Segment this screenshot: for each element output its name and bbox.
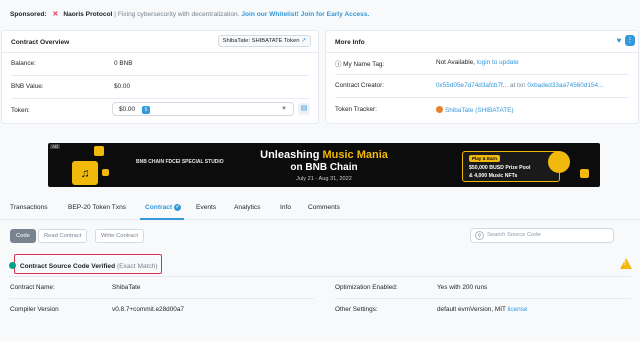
music-mania-banner[interactable]: AD ♫ BNB CHAIN FDCEI SPECIAL STUDIO Unle… — [48, 143, 600, 187]
token-tracker-link[interactable]: ShibaTate (SHIBATATE) — [445, 107, 514, 114]
info-icon: ⓘ — [335, 61, 344, 68]
naoris-logo-icon: ✕ — [52, 11, 59, 18]
play-earn-tag: Play & Earn — [469, 155, 501, 162]
creator-value: 0x55d05e7d74d3afcb7f... at txn 0xbaded33… — [436, 82, 603, 89]
sponsor-description: | Fixing cybersecurity with decentraliza… — [112, 11, 240, 18]
verified-dot-icon — [9, 262, 16, 269]
more-info-card: More Info ♥ ⋮ ⓘ My Name Tag: Not Availab… — [325, 30, 639, 124]
optimization-value: Yes with 200 runs — [437, 284, 488, 291]
shibatate-token-icon — [436, 106, 443, 113]
divider — [335, 74, 629, 75]
creator-address-link[interactable]: 0x55d05e7d74d3afcb7f... — [436, 82, 508, 89]
active-tab-indicator — [140, 218, 184, 220]
divider — [335, 298, 631, 299]
token-pill-link[interactable]: ShibaTate: SHIBATATE Token ↗ — [217, 35, 311, 47]
tab-contract-label: Contract — [145, 204, 173, 211]
other-settings-key: Other Settings: — [335, 306, 378, 313]
more-options-icon[interactable]: ⋮ — [625, 35, 635, 46]
promo-line-2: & 4,000 Music NFTs — [469, 173, 518, 179]
chevron-down-icon: ▼ — [281, 106, 287, 112]
creator-key: Contract Creator: — [335, 82, 385, 89]
divider — [335, 97, 629, 98]
verified-status: Contract Source Code Verified (Exact Mat… — [9, 262, 158, 270]
divider — [11, 98, 309, 99]
name-tag-key-label: My Name Tag: — [343, 61, 385, 68]
warning-icon[interactable]: ! — [620, 258, 632, 269]
name-tag-value: Not Available, login to update — [436, 59, 519, 66]
external-link-icon: ↗ — [301, 38, 306, 44]
sponsored-label: Sponsored: — [10, 11, 47, 18]
tab-events[interactable]: Events — [196, 204, 216, 211]
sponsor-cta-link[interactable]: Join our Whitelist! Join for Early Acces… — [241, 11, 369, 18]
cube-decoration-icon — [580, 169, 589, 178]
balance-key: Balance: — [11, 60, 36, 67]
contract-name-value: ShibaTate — [112, 284, 141, 291]
promo-line-1: $50,000 BUSD Prize Pool — [469, 165, 531, 171]
verified-title: Contract Source Code Verified — [19, 263, 116, 270]
read-contract-button[interactable]: Read Contract — [38, 229, 88, 243]
heart-icon[interactable]: ♥ — [613, 35, 625, 47]
write-contract-button[interactable]: Write Contract — [95, 229, 144, 243]
sponsor-brand[interactable]: Naoris Protocol — [63, 11, 112, 18]
tab-comments[interactable]: Comments — [308, 204, 340, 211]
token-tracker-key: Token Tracker: — [335, 106, 377, 113]
token-tracker-value: ShibaTate (SHIBATATE) — [436, 106, 514, 114]
other-settings-text: default evmVersion, MIT — [437, 306, 506, 313]
name-tag-text: Not Available, — [436, 59, 475, 66]
contract-tabs: Transactions BEP-20 Token Txns Contract ✓… — [0, 196, 640, 220]
license-link[interactable]: license — [508, 306, 528, 313]
banner-headline-a: Unleashing — [260, 149, 323, 161]
token-pill-label: ShibaTate: SHIBATATE Token — [222, 38, 300, 44]
tab-info[interactable]: Info — [280, 204, 291, 211]
token-holdings-value: $0.00 — [119, 106, 135, 113]
more-info-header: More Info ♥ ⋮ — [326, 31, 638, 53]
contract-overview-title: Contract Overview — [11, 39, 70, 46]
divider — [11, 75, 309, 76]
search-source-code[interactable]: ⚲ Search Source Code — [470, 228, 614, 243]
search-icon: ⚲ — [475, 231, 484, 240]
contract-overview-header: Contract Overview ShibaTate: SHIBATATE T… — [2, 31, 318, 53]
tab-contract[interactable]: Contract ✓ — [145, 204, 182, 211]
name-tag-key: ⓘ My Name Tag: — [335, 59, 384, 68]
prize-promo-box: Play & Earn $50,000 BUSD Prize Pool & 4,… — [462, 151, 560, 182]
divider — [9, 276, 631, 277]
bnb-value-value: $0.00 — [114, 83, 130, 90]
tab-transactions[interactable]: Transactions — [10, 204, 48, 211]
divider — [9, 298, 314, 299]
other-settings-value: default evmVersion, MIT license — [437, 306, 527, 313]
compiler-version-key: Compiler Version — [10, 306, 59, 313]
contract-name-key: Contract Name: — [10, 284, 55, 291]
verified-note: (Exact Match) — [116, 263, 158, 270]
token-key: Token: — [11, 107, 30, 114]
token-count-badge: 5 — [142, 105, 150, 114]
wallet-icon[interactable]: ▤ — [298, 103, 310, 115]
coin-character-icon — [548, 151, 570, 173]
more-info-title: More Info — [335, 39, 365, 46]
tab-analytics[interactable]: Analytics — [234, 204, 260, 211]
token-holdings-dropdown[interactable]: $0.00 5 ▼ — [112, 102, 294, 116]
tab-bep20-token-txns[interactable]: BEP-20 Token Txns — [68, 204, 126, 211]
creator-txn-link[interactable]: 0xbaded33aa74560d154... — [527, 82, 603, 89]
optimization-key: Optimization Enabled: — [335, 284, 398, 291]
balance-value: 0 BNB — [114, 60, 133, 67]
sponsored-bar: Sponsored: ✕ Naoris Protocol | Fixing cy… — [10, 11, 369, 18]
code-button[interactable]: Code — [10, 229, 36, 243]
compiler-version-value: v0.8.7+commit.e28d00a7 — [112, 306, 184, 313]
bnb-value-key: BNB Value: — [11, 83, 44, 90]
search-placeholder: Search Source Code — [487, 232, 541, 238]
banner-headline-b: Music Mania — [322, 149, 388, 161]
verified-check-icon: ✓ — [174, 204, 182, 211]
login-link[interactable]: login to update — [477, 59, 519, 66]
creator-at-label: at txn — [509, 82, 526, 89]
